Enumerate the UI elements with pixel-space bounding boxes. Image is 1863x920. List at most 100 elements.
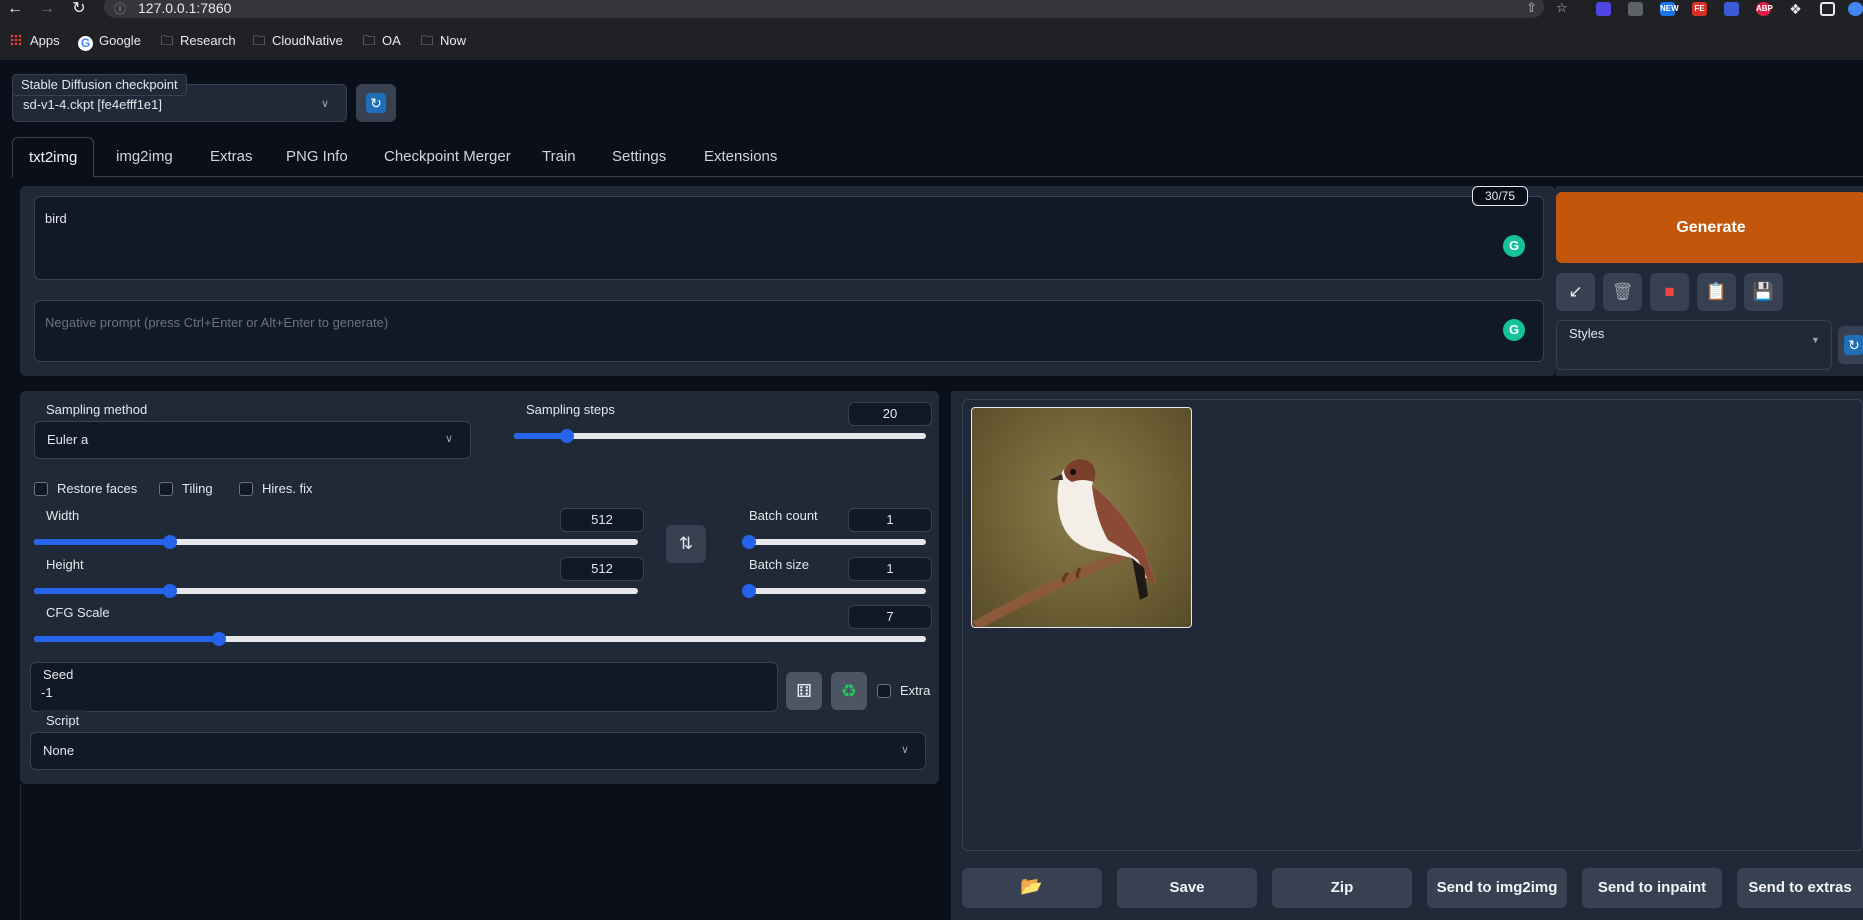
bookmark-google[interactable]: G Google [78,30,141,52]
sampling-steps-input[interactable]: 20 [848,402,932,426]
swap-arrows-icon: ⇅ [678,534,694,553]
profile-avatar-icon[interactable] [1848,2,1863,16]
width-input[interactable]: 512 [560,508,644,532]
slider-thumb[interactable] [742,535,756,549]
cfg-scale-slider[interactable] [34,632,926,646]
send-to-inpaint-button[interactable]: Send to inpaint [1582,868,1722,908]
hires-fix-checkbox[interactable] [239,482,253,496]
bookmark-label: CloudNative [272,33,343,48]
batch-size-input[interactable]: 1 [848,557,932,581]
slider-fill [34,588,171,594]
slider-fill [514,433,567,439]
clear-prompt-button[interactable]: 🗑 [1603,273,1642,311]
seed-value: -1 [41,685,53,700]
swap-dimensions-button[interactable]: ⇅ [666,525,706,563]
bookmark-cloudnative[interactable]: 🗀 CloudNative [252,30,343,52]
site-info-icon[interactable]: ⓘ [114,0,126,17]
generate-button[interactable]: Generate [1556,192,1863,263]
prompt-text: bird [45,211,67,226]
bookmark-oa[interactable]: 🗀 OA [362,30,400,52]
red-card-icon: ■ [1664,282,1675,301]
grammarly-icon[interactable]: G [1503,235,1525,257]
trash-icon: 🗑 [1611,282,1634,301]
batch-size-slider[interactable] [742,584,926,598]
bookmark-apps[interactable]: Apps [10,30,60,52]
grammarly-icon[interactable]: G [1503,319,1525,341]
height-label: Height [38,554,92,576]
refresh-icon: ↻ [1844,335,1863,355]
height-input[interactable]: 512 [560,557,644,581]
extension-icon[interactable] [1596,2,1611,16]
batch-count-input[interactable]: 1 [848,508,932,532]
reuse-seed-button[interactable]: ♻ [831,672,867,710]
negative-prompt-input[interactable]: Negative prompt (press Ctrl+Enter or Alt… [34,300,1544,362]
styles-refresh-button[interactable]: ↻ [1838,326,1863,364]
checkpoint-refresh-button[interactable]: ↻ [356,84,396,122]
batch-size-label: Batch size [741,554,817,576]
star-icon[interactable]: ☆ [1556,0,1568,16]
slider-thumb[interactable] [211,632,226,646]
sampling-method-dropdown[interactable]: Euler a ∨ [34,421,471,459]
adblock-extension-icon[interactable]: ABP [1756,2,1773,16]
send-to-img2img-button[interactable]: Send to img2img [1427,868,1567,908]
tab-extras[interactable]: Extras [194,137,269,177]
list-extension-icon[interactable] [1724,2,1739,16]
tab-extensions[interactable]: Extensions [688,137,793,177]
bird-image [972,459,1156,627]
restore-faces-checkbox[interactable] [34,482,48,496]
new-extension-icon[interactable]: NEW [1660,2,1679,16]
forward-arrow-icon[interactable]: → [36,0,58,18]
fe-extension-icon[interactable]: FE [1692,2,1707,16]
script-dropdown[interactable]: None ∨ [30,732,926,770]
seed-input[interactable]: Seed -1 [30,662,778,712]
sampling-steps-label: Sampling steps [518,399,623,421]
prompt-input[interactable]: bird G [34,196,1544,280]
send-to-extras-button[interactable]: Send to extras [1737,868,1863,908]
sidebar-icon[interactable] [1820,2,1835,16]
read-params-button[interactable]: ↙ [1556,273,1595,311]
height-slider[interactable] [34,584,638,598]
share-icon[interactable]: ⇧ [1526,0,1537,16]
chevron-down-icon: ∨ [445,433,454,445]
google-icon: G [78,36,93,51]
puzzle-icon[interactable]: ❖ [1788,2,1803,16]
slider-thumb[interactable] [742,584,756,598]
batch-count-slider[interactable] [742,535,926,549]
cfg-scale-input[interactable]: 7 [848,605,932,629]
styles-dropdown[interactable]: Styles ▼ [1556,320,1832,370]
tiling-checkbox[interactable] [159,482,173,496]
random-seed-button[interactable]: ⚅ [786,672,822,710]
zip-button[interactable]: Zip [1272,868,1412,908]
folder-icon: 🗀 [420,33,434,48]
back-arrow-icon[interactable]: ← [4,0,26,18]
save-button[interactable]: Save [1117,868,1257,908]
save-style-button[interactable]: 💾 [1744,273,1783,311]
tab-checkpoint-merger[interactable]: Checkpoint Merger [368,137,527,177]
apply-style-button[interactable]: 📋 [1697,273,1736,311]
tab-img2img[interactable]: img2img [100,137,189,177]
extra-networks-button[interactable]: ■ [1650,273,1689,311]
sampling-steps-slider[interactable] [514,429,926,443]
tab-train[interactable]: Train [526,137,592,177]
tab-settings[interactable]: Settings [596,137,682,177]
caret-down-icon: ▼ [1811,335,1820,345]
reload-icon[interactable]: ↻ [68,0,90,18]
generated-image-thumbnail[interactable] [971,407,1192,628]
recycle-icon: ♻ [840,681,858,701]
tiling-label: Tiling [182,481,213,496]
folder-icon: 📂 [1020,876,1043,896]
hires-fix-label: Hires. fix [262,481,313,496]
tab-png-info[interactable]: PNG Info [270,137,364,177]
tab-txt2img[interactable]: txt2img [12,137,95,178]
chevron-down-icon: ∨ [321,98,330,110]
extra-seed-checkbox[interactable] [877,684,891,698]
address-bar[interactable]: ⓘ 127.0.0.1:7860 ⇧ ☆ [104,0,1568,18]
checkpoint-row: Stable Diffusion checkpoint sd-v1-4.ckpt… [0,60,1863,122]
folder-icon: 🗀 [160,33,174,48]
extra-seed-label: Extra [900,683,931,698]
mail-extension-icon[interactable] [1628,2,1643,16]
bookmark-research[interactable]: 🗀 Research [160,30,235,52]
width-slider[interactable] [34,535,638,549]
bookmark-now[interactable]: 🗀 Now [420,30,466,52]
slider-thumb[interactable] [559,429,574,443]
